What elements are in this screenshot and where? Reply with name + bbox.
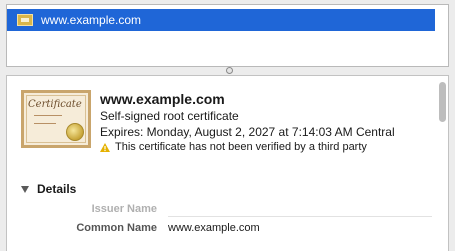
certificate-detail-panel: Certificate www.example.com Self-signed … bbox=[6, 75, 449, 251]
certificate-list-item-label: www.example.com bbox=[41, 13, 142, 27]
certificate-list-item-selected[interactable]: www.example.com bbox=[7, 9, 435, 31]
disclosure-triangle-icon[interactable] bbox=[21, 185, 29, 193]
certificate-line bbox=[34, 115, 62, 116]
warning-icon bbox=[100, 142, 110, 152]
certificate-expiry: Expires: Monday, August 2, 2027 at 7:14:… bbox=[100, 125, 395, 139]
certificate-line bbox=[34, 123, 56, 124]
seal-icon bbox=[66, 123, 84, 141]
common-name-label: Common Name bbox=[76, 222, 157, 234]
splitter-handle[interactable] bbox=[226, 67, 233, 74]
certificate-domain: www.example.com bbox=[100, 91, 225, 107]
list-scrollbar-track[interactable] bbox=[439, 5, 449, 66]
certificate-warning-text: This certificate has not been verified b… bbox=[115, 141, 367, 153]
certificate-icon-text: Certificate bbox=[28, 99, 82, 110]
detail-scrollbar-thumb[interactable] bbox=[439, 82, 446, 122]
common-name-value: www.example.com bbox=[168, 222, 260, 234]
certificate-large-icon: Certificate bbox=[21, 90, 91, 148]
details-heading: Details bbox=[37, 182, 77, 196]
certificate-list[interactable]: www.example.com bbox=[6, 4, 449, 67]
details-disclosure[interactable]: Details bbox=[21, 182, 76, 196]
certificate-icon bbox=[17, 14, 33, 26]
section-divider bbox=[168, 216, 432, 217]
certificate-type: Self-signed root certificate bbox=[100, 109, 239, 123]
certificate-warning: This certificate has not been verified b… bbox=[100, 141, 367, 153]
issuer-name-section-label: Issuer Name bbox=[91, 203, 157, 215]
